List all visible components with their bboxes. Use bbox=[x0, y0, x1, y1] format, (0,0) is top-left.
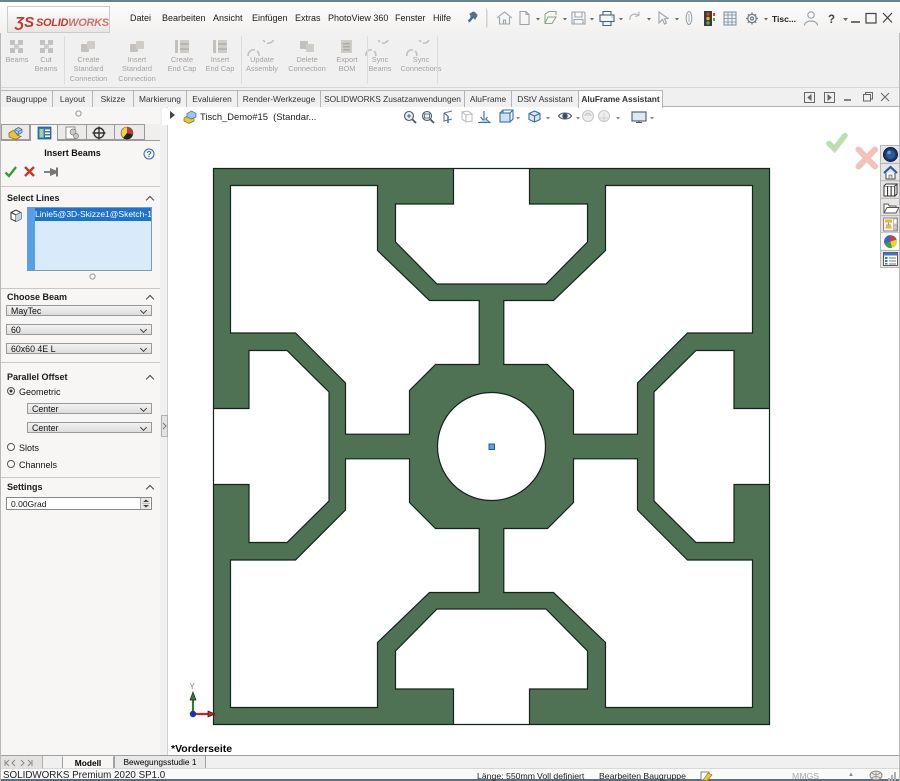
svg-text:?: ? bbox=[147, 149, 152, 159]
svg-text:Y: Y bbox=[190, 682, 196, 691]
svg-text:SOLIDWORKS: SOLIDWORKS bbox=[36, 17, 110, 29]
svg-text:Tisc...: Tisc... bbox=[772, 14, 796, 24]
svg-text:ƷS: ƷS bbox=[14, 14, 34, 31]
svg-text:?: ? bbox=[828, 14, 835, 26]
svg-text:×: × bbox=[213, 711, 217, 720]
